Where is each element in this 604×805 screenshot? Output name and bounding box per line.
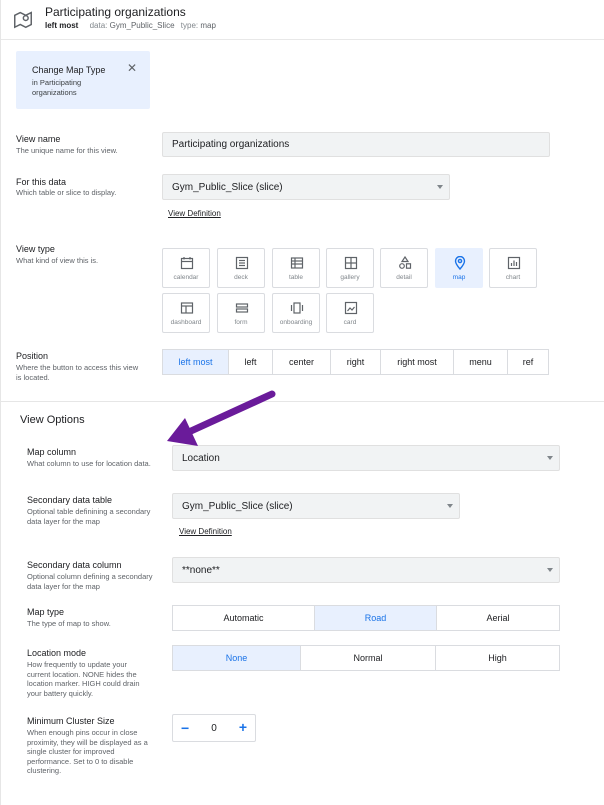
view-type-gallery[interactable]: gallery [326,248,374,288]
view-title: Participating organizations [45,5,186,19]
plus-icon[interactable]: + [239,719,247,735]
position-description: Where the button to access this view is … [16,363,139,382]
position-right-most[interactable]: right most [380,349,454,375]
tile-label: chart [505,274,521,281]
chevron-down-icon [547,456,553,460]
position-ref[interactable]: ref [507,349,549,375]
secondary-table-label: Secondary data table [27,495,113,505]
view-name-description: The unique name for this view. [16,146,118,155]
position-left[interactable]: left [228,349,273,375]
location-mode-normal[interactable]: Normal [300,645,436,671]
close-icon[interactable]: ✕ [127,61,137,75]
view-type-onboarding[interactable]: onboarding [272,293,320,333]
view-options-title: View Options [20,414,85,426]
min-cluster-label: Minimum Cluster Size [27,716,115,726]
dashboard-icon [180,302,194,314]
view-header[interactable]: Participating organizations left most da… [1,0,604,40]
view-editor-panel: Participating organizations left most da… [0,0,604,805]
map-pin-icon [454,256,466,270]
view-meta-position: left most [45,21,79,30]
view-type-card[interactable]: card [326,293,374,333]
tile-label: form [234,319,248,326]
map-column-select[interactable]: Location [172,445,560,471]
view-type-map[interactable]: map [435,248,483,288]
for-this-data-value: Gym_Public_Slice (slice) [172,181,283,193]
min-cluster-description: When enough pins occur in close proximit… [27,728,148,775]
for-this-data-description: Which table or slice to display. [16,188,117,197]
tile-label: detail [396,274,412,281]
tile-label: gallery [340,274,360,281]
secondary-column-description: Optional column defining a secondary dat… [27,572,153,591]
view-meta-type-key: type: [180,21,199,30]
detail-icon [399,256,412,269]
min-cluster-stepper: − 0 + [172,714,256,742]
position-center[interactable]: center [272,349,331,375]
view-type-detail[interactable]: detail [380,248,428,288]
gallery-icon [344,256,358,270]
map-type-aerial[interactable]: Aerial [436,605,560,631]
view-type-chart[interactable]: chart [489,248,537,288]
tile-label: calendar [173,274,199,281]
view-type-calendar[interactable]: calendar [162,248,210,288]
tile-label: table [288,274,304,281]
view-definition-link[interactable]: View Definition [168,209,221,218]
view-type-dashboard[interactable]: dashboard [162,293,210,333]
map-type-automatic[interactable]: Automatic [172,605,315,631]
view-name-input[interactable]: Participating organizations [162,132,550,157]
view-meta-data-key: data: [89,21,108,30]
position-label: Position [16,351,49,361]
map-type-road[interactable]: Road [314,605,437,631]
for-this-data-label: For this data [16,177,67,187]
chevron-down-icon [437,185,443,189]
map-type-label: Map type [27,607,65,617]
chevron-down-icon [447,504,453,508]
view-definition-link-secondary[interactable]: View Definition [179,527,232,536]
position-left-most[interactable]: left most [162,349,229,375]
view-type-table[interactable]: table [272,248,320,288]
chart-icon [507,256,521,270]
view-name-label: View name [16,134,61,144]
location-mode-none[interactable]: None [172,645,301,671]
card-icon [344,301,358,315]
tile-label: card [343,319,357,326]
section-divider [1,401,604,402]
map-column-description: What column to use for location data. [27,459,151,468]
position-menu[interactable]: menu [453,349,508,375]
view-type-form[interactable]: form [217,293,265,333]
tip-subtitle: in Participating organizations [32,78,82,97]
secondary-table-value: Gym_Public_Slice (slice) [182,500,293,512]
secondary-column-select[interactable]: **none** [172,557,560,583]
onboarding-icon [290,302,304,314]
map-column-label: Map column [27,447,77,457]
secondary-table-select[interactable]: Gym_Public_Slice (slice) [172,493,460,519]
for-this-data-select[interactable]: Gym_Public_Slice (slice) [162,174,450,200]
chevron-down-icon [547,568,553,572]
secondary-column-value: **none** [182,564,220,576]
deck-icon [235,256,249,270]
location-mode-label: Location mode [27,648,87,658]
form-icon [235,303,249,313]
secondary-table-description: Optional table definining a secondary da… [27,507,151,526]
view-meta-data-value: Gym_Public_Slice [109,21,175,30]
tile-label: dashboard [170,319,202,326]
view-type-description: What kind of view this is. [16,256,99,265]
table-icon [290,257,304,269]
view-meta-type-value: map [200,21,216,30]
view-meta: left most data: Gym_Public_Slice type: m… [45,21,216,30]
tile-label: onboarding [279,319,313,326]
map-column-value: Location [182,452,220,464]
tile-label: map [452,274,466,281]
position-right[interactable]: right [330,349,381,375]
location-mode-high[interactable]: High [435,645,560,671]
map-view-icon [14,11,32,29]
secondary-column-label: Secondary data column [27,560,122,570]
calendar-icon [180,257,194,270]
map-type-description: The type of map to show. [27,619,111,628]
tile-label: deck [234,274,248,281]
view-type-label: View type [16,244,55,254]
view-type-deck[interactable]: deck [217,248,265,288]
tip-title: Change Map Type [32,65,106,75]
change-map-type-tip: Change Map Type in Participating organiz… [16,51,150,109]
location-mode-description: How frequently to update your current lo… [27,660,140,698]
